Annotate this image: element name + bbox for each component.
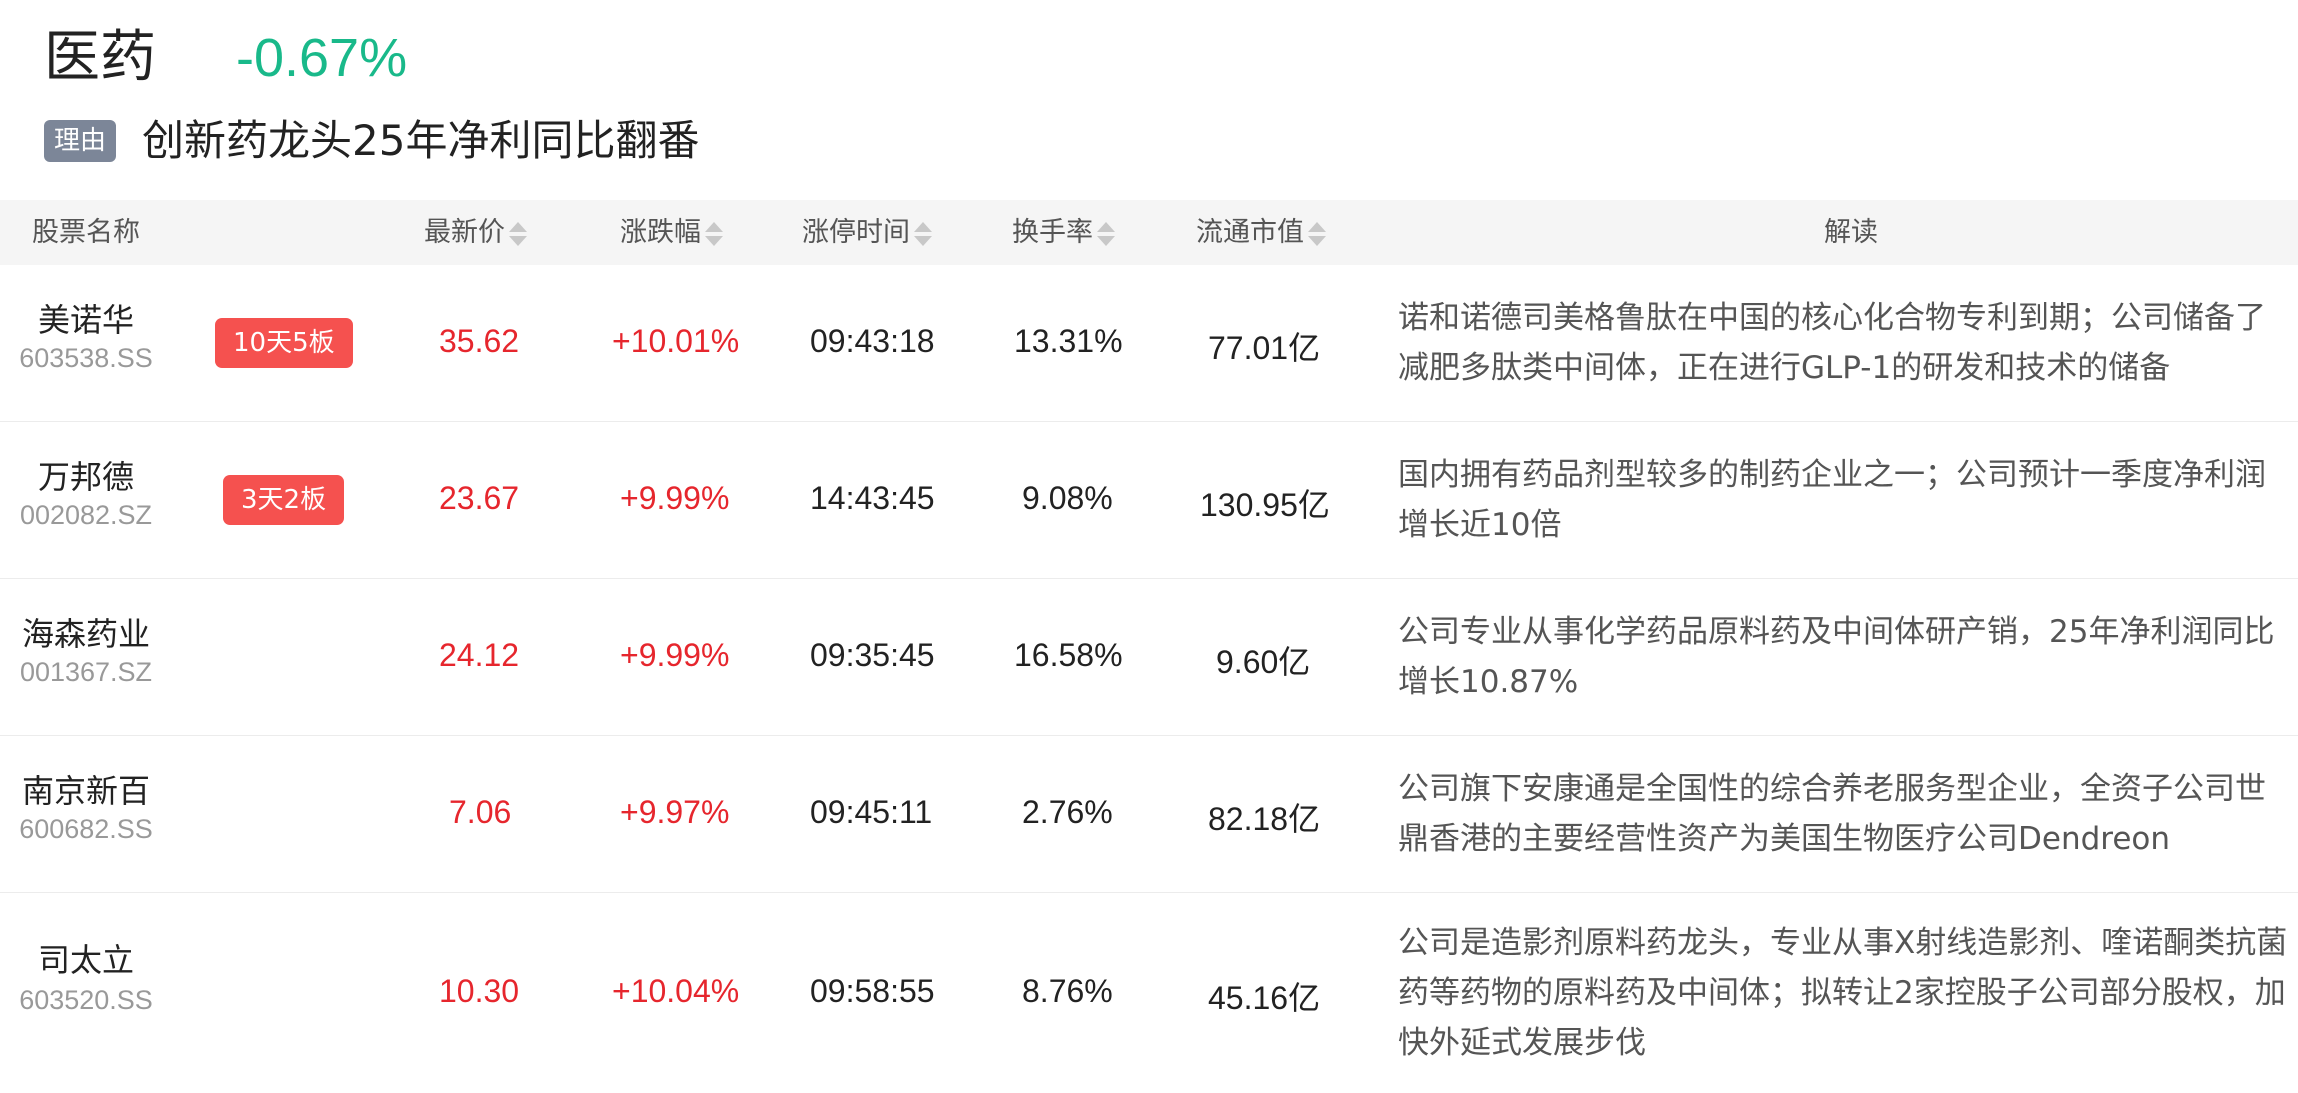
limit-up-time: 09:43:18 [810,323,935,359]
reason-text: 创新药龙头25年净利同比翻番 [142,116,700,165]
stock-analysis: 国内拥有药品剂型较多的制药企业之一；公司预计一季度净利润增长近10倍 [1398,457,2266,543]
market-cap: 45.16亿 [1208,980,1321,1016]
sort-icon [703,219,723,249]
turnover-rate: 9.08% [1022,480,1113,516]
column-header-name-label: 股票名称 [32,217,140,248]
sector-change: -0.67% [236,28,408,88]
sort-change-button[interactable]: 涨跌幅 [620,200,723,265]
change-percent: +10.01% [612,323,740,359]
column-header-limit-time-label: 涨停时间 [802,217,910,248]
latest-price: 24.12 [439,637,520,673]
market-cap: 82.18亿 [1208,801,1321,837]
change-percent: +10.04% [612,973,740,1009]
latest-price: 10.30 [439,973,520,1009]
stock-code: 603538.SS [19,343,153,373]
change-percent: +9.99% [620,480,730,516]
latest-price: 23.67 [439,480,520,516]
table-row[interactable]: 美诺华 603538.SS 10天5板 35.62 +10.01% 09:43:… [0,265,2298,422]
stock-code: 001367.SZ [19,657,153,687]
stock-code: 603520.SS [19,985,153,1015]
sort-icon [1306,219,1326,249]
column-header-price-label: 最新价 [424,217,505,248]
limit-up-time: 09:35:45 [810,637,935,673]
stock-analysis: 诺和诺德司美格鲁肽在中国的核心化合物专利到期；公司储备了减肥多肽类中间体，正在进… [1398,300,2266,386]
stock-analysis: 公司旗下安康通是全国性的综合养老服务型企业，全资子公司世鼎香港的主要经营性资产为… [1398,771,2266,857]
limit-up-badge: 10天5板 [215,318,353,368]
market-cap: 77.01亿 [1208,330,1321,366]
change-percent: +9.99% [620,637,730,673]
stock-analysis: 公司专业从事化学药品原料药及中间体研产销，25年净利润同比增长10.87% [1398,614,2275,700]
stock-code: 002082.SZ [19,500,153,530]
sort-icon [912,219,932,249]
column-header-name: 股票名称 [32,200,140,265]
sector-header: 医药 -0.67% 理由 创新药龙头25年净利同比翻番 [0,0,2298,200]
sort-price-button[interactable]: 最新价 [424,200,527,265]
table-row[interactable]: 南京新百 600682.SS 7.06 +9.97% 09:45:11 2.76… [0,736,2298,893]
market-cap: 9.60亿 [1216,644,1311,680]
table-header: 股票名称 最新价 涨跌幅 涨停时间 换手率 流通市值 解读 [0,200,2298,265]
sector-name: 医药 [44,25,156,90]
sort-market-cap-button[interactable]: 流通市值 [1196,200,1326,265]
turnover-rate: 8.76% [1022,973,1113,1009]
column-header-turnover-label: 换手率 [1012,217,1093,248]
reason-tag: 理由 [44,120,116,162]
limit-up-time: 09:58:55 [810,973,935,1009]
change-percent: +9.97% [620,794,730,830]
market-cap: 130.95亿 [1200,487,1330,523]
limit-up-time: 14:43:45 [810,480,935,516]
sort-icon [507,219,527,249]
column-header-change-label: 涨跌幅 [620,217,701,248]
latest-price: 7.06 [449,794,512,830]
turnover-rate: 16.58% [1014,637,1123,673]
column-header-analysis: 解读 [1824,200,1878,265]
limit-up-badge: 3天2板 [223,475,345,525]
column-header-analysis-label: 解读 [1824,217,1878,248]
sort-turnover-button[interactable]: 换手率 [1012,200,1115,265]
table-row[interactable]: 万邦德 002082.SZ 3天2板 23.67 +9.99% 14:43:45… [0,422,2298,579]
limit-up-time: 09:45:11 [810,794,933,830]
stock-name[interactable]: 美诺华 [0,295,172,341]
latest-price: 35.62 [439,323,520,359]
stock-code: 600682.SS [19,814,153,844]
stock-analysis: 公司是造影剂原料药龙头，专业从事X射线造影剂、喹诺酮类抗菌药等药物的原料药及中间… [1398,925,2288,1061]
stock-name[interactable]: 海森药业 [0,609,172,655]
column-header-market-cap-label: 流通市值 [1196,217,1304,248]
stock-name[interactable]: 司太立 [0,935,172,981]
table-row[interactable]: 海森药业 001367.SZ 24.12 +9.99% 09:35:45 16.… [0,579,2298,736]
sort-limit-time-button[interactable]: 涨停时间 [802,200,932,265]
turnover-rate: 13.31% [1014,323,1123,359]
stock-name[interactable]: 南京新百 [0,766,172,812]
stock-name[interactable]: 万邦德 [0,452,172,498]
table-row[interactable]: 司太立 603520.SS 10.30 +10.04% 09:58:55 8.7… [0,893,2298,1093]
sort-icon [1095,219,1115,249]
stock-table: 股票名称 最新价 涨跌幅 涨停时间 换手率 流通市值 解读 美诺华 603538… [0,200,2298,1093]
turnover-rate: 2.76% [1022,794,1113,830]
